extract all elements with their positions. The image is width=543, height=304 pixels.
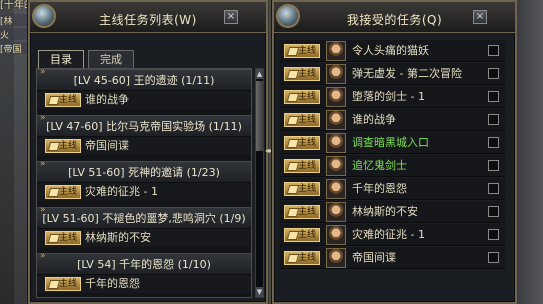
quest-row[interactable]: 主线 堕落的剑士 - 1 [280, 86, 505, 108]
npc-portrait-icon [326, 225, 346, 245]
main-quest-badge: 主线 [45, 93, 81, 107]
quest-name: 谁的战争 [352, 113, 396, 126]
quest-list-item[interactable]: 主线 林纳斯的不安 [37, 229, 251, 247]
expand-arrow-icon: » [40, 159, 46, 169]
quest-row[interactable]: 主线 千年的恩怨 [280, 178, 505, 200]
quest-name: 追忆鬼剑士 [352, 159, 407, 172]
track-checkbox[interactable] [488, 252, 499, 263]
quest-name: 帝国间谍 [352, 251, 396, 264]
npc-portrait-icon [326, 156, 346, 176]
main-quest-badge: 主线 [45, 139, 81, 153]
quest-group-list: » [LV 45-60] 王的遗迹 (1/11) 主线 谁的战争 » [LV 4… [36, 67, 252, 298]
npc-portrait-icon [326, 41, 346, 61]
quest-name: 帝国间谍 [85, 139, 129, 152]
track-checkbox[interactable] [488, 68, 499, 79]
npc-portrait-icon [326, 179, 346, 199]
main-quest-badge: 主线 [45, 231, 81, 245]
quest-group-header[interactable]: » [LV 54] 千年的恩怨 (1/10) [37, 251, 251, 275]
main-quest-badge: 主线 [284, 44, 320, 58]
scrollbar[interactable]: ▲ ▼ [255, 68, 264, 298]
quest-row[interactable]: 主线 弹无虚发 - 第二次冒险 [280, 63, 505, 85]
quest-name: 林纳斯的不安 [85, 231, 151, 244]
main-quest-badge: 主线 [284, 136, 320, 150]
expand-arrow-icon: » [40, 251, 46, 261]
quest-name: 令人头痛的猫妖 [352, 44, 429, 57]
main-quest-badge: 主线 [45, 185, 81, 199]
scroll-up-button[interactable]: ▲ [256, 69, 263, 79]
quest-name: 灾难的征兆 - 1 [85, 185, 158, 198]
main-quest-badge: 主线 [284, 205, 320, 219]
quest-row[interactable]: 主线 帝国间谍 [280, 247, 505, 269]
main-quest-badge: 主线 [284, 90, 320, 104]
background-side-item: 火 [0, 28, 30, 40]
main-quest-badge: 主线 [284, 251, 320, 265]
npc-portrait-icon [326, 133, 346, 153]
quest-name: 堕落的剑士 - 1 [352, 90, 425, 103]
quest-list-item[interactable]: 主线 千年的恩怨 [37, 275, 251, 293]
track-checkbox[interactable] [488, 206, 499, 217]
quest-list-item[interactable]: 主线 帝国间谍 [37, 137, 251, 155]
quest-name: 千年的恩怨 [85, 277, 140, 290]
quest-row[interactable]: 主线 追忆鬼剑士 [280, 155, 505, 177]
npc-portrait-icon [326, 64, 346, 84]
expand-arrow-icon: » [40, 205, 46, 215]
quest-list-item[interactable]: 主线 谁的战争 [37, 91, 251, 109]
quest-name: 调查暗黑城入口 [352, 136, 429, 149]
track-checkbox[interactable] [488, 160, 499, 171]
main-quest-badge: 主线 [284, 159, 320, 173]
main-quest-badge: 主线 [284, 182, 320, 196]
quest-row[interactable]: 主线 令人头痛的猫妖 [280, 40, 505, 62]
accepted-quest-list: 主线 令人头痛的猫妖 主线 弹无虚发 - 第二次冒险 主线 堕落的剑士 - 1 … [280, 40, 505, 298]
accepted-quests-window: 我接受的任务(Q) × 主线 令人头痛的猫妖 主线 弹无虚发 - 第二次冒险 主… [272, 0, 517, 304]
npc-portrait-icon [326, 87, 346, 107]
scroll-down-button[interactable]: ▼ [256, 287, 263, 297]
npc-portrait-icon [326, 110, 346, 130]
scroll-thumb[interactable] [256, 81, 263, 151]
quest-row[interactable]: 主线 林纳斯的不安 [280, 201, 505, 223]
quest-group-header[interactable]: » [LV 51-60] 不褪色的噩梦,悲鸣洞穴 (1/9) [37, 205, 251, 229]
main-quest-list-window: 主线任务列表(W) × 目录 完成 » [LV 45-60] 王的遗迹 (1/1… [28, 0, 268, 304]
expand-arrow-icon: » [40, 113, 46, 123]
quest-name: 灾难的征兆 - 1 [352, 228, 425, 241]
quest-name: 千年的恩怨 [352, 182, 407, 195]
close-button[interactable]: × [473, 10, 487, 24]
main-quest-badge: 主线 [284, 228, 320, 242]
quest-row[interactable]: 主线 谁的战争 [280, 109, 505, 131]
background-side-item: [帝国 [0, 42, 30, 54]
npc-portrait-icon [326, 248, 346, 268]
background-edge [517, 0, 543, 304]
quest-group-header[interactable]: » [LV 45-60] 王的遗迹 (1/11) [37, 67, 251, 91]
background-side-item: [林 [0, 14, 30, 26]
main-quest-badge: 主线 [284, 113, 320, 127]
title-bar[interactable]: 我接受的任务(Q) × [274, 2, 515, 33]
track-checkbox[interactable] [488, 91, 499, 102]
npc-portrait-icon [326, 202, 346, 222]
track-checkbox[interactable] [488, 45, 499, 56]
quest-list-item[interactable]: 主线 灾难的征兆 - 1 [37, 183, 251, 201]
expand-arrow-icon: » [40, 67, 46, 77]
track-checkbox[interactable] [488, 137, 499, 148]
quest-name: 谁的战争 [85, 93, 129, 106]
close-button[interactable]: × [224, 10, 238, 24]
tab-completed[interactable]: 完成 [88, 50, 134, 68]
main-quest-badge: 主线 [284, 67, 320, 81]
quest-name: 林纳斯的不安 [352, 205, 418, 218]
title-bar[interactable]: 主线任务列表(W) × [30, 2, 266, 33]
quest-group-header[interactable]: » [LV 51-60] 死神的邀请 (1/23) [37, 159, 251, 183]
track-checkbox[interactable] [488, 114, 499, 125]
quest-group-header[interactable]: » [LV 47-60] 比尔马克帝国实验场 (1/11) [37, 113, 251, 137]
quest-name: 弹无虚发 - 第二次冒险 [352, 67, 462, 80]
track-checkbox[interactable] [488, 229, 499, 240]
quest-row[interactable]: 主线 灾难的征兆 - 1 [280, 224, 505, 246]
track-checkbox[interactable] [488, 183, 499, 194]
main-quest-badge: 主线 [45, 277, 81, 291]
quest-row[interactable]: 主线 调查暗黑城入口 [280, 132, 505, 154]
